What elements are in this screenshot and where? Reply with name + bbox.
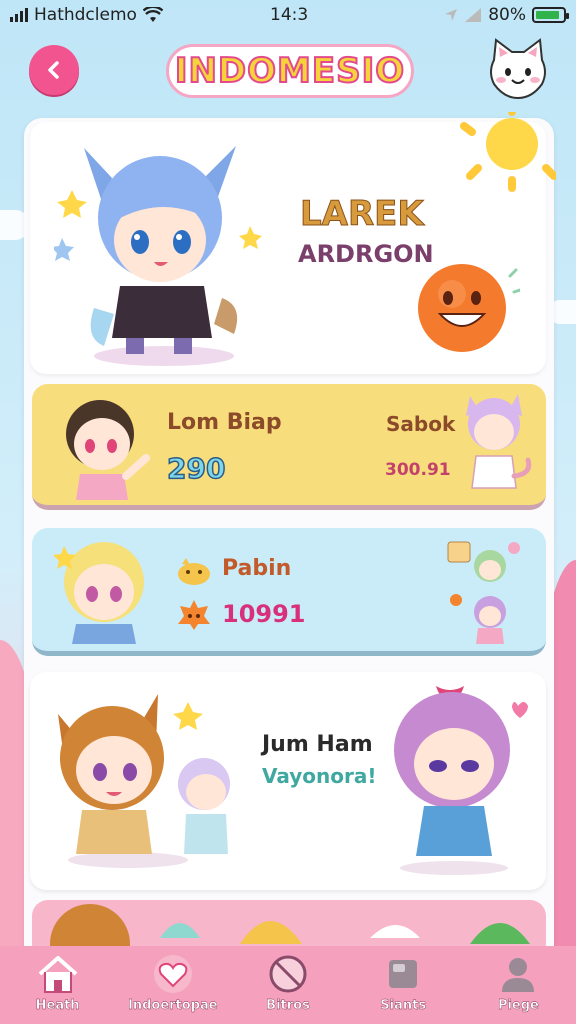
status-left: Hathdclemo — [10, 5, 163, 25]
status-right: 80% — [444, 5, 569, 25]
nav-item-profile[interactable]: Piege — [461, 946, 576, 1024]
location-icon — [445, 9, 458, 21]
person-icon — [502, 958, 535, 992]
orange-hair-characters — [58, 694, 230, 868]
back-button[interactable] — [29, 45, 79, 95]
nav-label: Heath — [35, 998, 80, 1013]
battery-percent: 80% — [488, 5, 526, 25]
yellow-card-right-value: 300.91 — [385, 460, 451, 480]
cat-face-icon — [490, 38, 546, 100]
home-icon — [38, 956, 77, 993]
battery-icon — [532, 7, 569, 23]
yellow-card-right-title: Sabok — [386, 412, 456, 436]
nav-item-block[interactable]: Bitros — [230, 946, 345, 1024]
status-bar: Hathdclemo 14:3 80% — [0, 0, 576, 30]
orange-creature-icon — [178, 600, 210, 630]
profile-button[interactable] — [486, 38, 550, 100]
bottom-nav: Heath Indoertopae Bitros Siants Piege — [0, 946, 576, 1024]
mini-characters-group — [447, 541, 520, 644]
greeting-title: Jum Ham — [262, 732, 373, 757]
yellow-card-score: 290 — [166, 451, 226, 486]
app-screen: Hathdclemo 14:3 80% INDOMESIO LAREK ARDR… — [0, 0, 576, 1024]
blue-card-value: 10991 — [222, 600, 306, 628]
purple-hair-character — [394, 686, 528, 875]
yellow-card-title: Lom Biap — [167, 410, 282, 435]
chevron-left-icon — [48, 61, 59, 79]
signal-strength-icon — [465, 8, 482, 22]
page-title: INDOMESIO — [174, 50, 406, 92]
blue-card-title: Pabin — [222, 556, 292, 581]
nav-item-home[interactable]: Heath — [0, 946, 115, 1024]
no-entry-icon — [269, 955, 307, 993]
carrier-name: Hathdclemo — [34, 5, 137, 25]
nav-label: Piege — [497, 998, 539, 1013]
chat-icon — [389, 960, 418, 988]
smiling-sun-ball-icon — [418, 264, 520, 352]
heart-icon — [153, 955, 192, 993]
nav-label: Bitros — [266, 998, 310, 1013]
hero-name: LAREK — [300, 194, 425, 235]
lilac-cat-girl-character — [466, 394, 532, 489]
nav-item-chat[interactable]: Siants — [346, 946, 461, 1024]
greeting-subtitle: Vayonora! — [262, 764, 377, 788]
clock: 14:3 — [270, 5, 309, 25]
nav-label: Indoertopae — [128, 998, 218, 1013]
wifi-icon — [142, 7, 163, 22]
blue-hair-character — [54, 146, 262, 366]
blonde-character — [53, 542, 144, 644]
sun-icon — [460, 112, 556, 192]
title-badge: INDOMESIO — [166, 44, 414, 98]
nav-label: Siants — [380, 998, 427, 1013]
nav-item-favorites[interactable]: Indoertopae — [115, 946, 230, 1024]
brown-hair-character — [66, 400, 150, 500]
yellow-creature-icon — [178, 558, 210, 585]
signal-icon — [10, 8, 28, 22]
partial-card-characters — [50, 904, 530, 948]
